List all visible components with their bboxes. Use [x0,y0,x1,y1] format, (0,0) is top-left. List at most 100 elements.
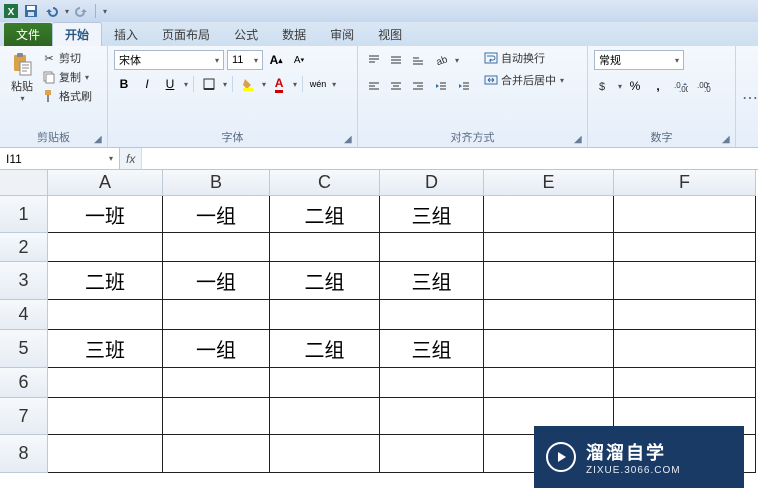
cell[interactable] [48,368,163,398]
tab-formulas[interactable]: 公式 [222,23,270,46]
cell[interactable] [484,233,614,262]
fx-icon[interactable]: fx [126,152,135,166]
border-button[interactable] [199,74,219,94]
cell[interactable]: 二组 [270,262,380,300]
cell[interactable]: 三组 [380,262,484,300]
copy-dropdown-icon[interactable]: ▾ [85,73,89,82]
cell[interactable] [270,300,380,330]
cell[interactable]: 一组 [163,196,270,233]
fill-color-button[interactable] [238,74,258,94]
column-header[interactable]: F [614,170,756,196]
orientation-dropdown-icon[interactable]: ▾ [455,56,459,65]
fill-color-dropdown-icon[interactable]: ▾ [262,80,266,89]
align-right-button[interactable] [408,76,428,96]
paste-dropdown-icon[interactable]: ▾ [20,94,24,103]
row-header[interactable]: 3 [0,262,48,300]
cell[interactable] [380,435,484,473]
number-format-select[interactable]: 常规 ▾ [594,50,684,70]
row-header[interactable]: 7 [0,398,48,435]
cell[interactable] [163,435,270,473]
cell[interactable] [270,398,380,435]
cell[interactable] [484,300,614,330]
tab-insert[interactable]: 插入 [102,23,150,46]
tab-file[interactable]: 文件 [4,23,52,46]
column-header[interactable]: B [163,170,270,196]
cell[interactable] [614,368,756,398]
row-header[interactable]: 2 [0,233,48,262]
align-center-button[interactable] [386,76,406,96]
name-box[interactable]: I11 ▾ [0,148,120,169]
cell[interactable]: 二组 [270,330,380,368]
formula-input[interactable] [142,148,758,169]
cell[interactable] [380,233,484,262]
percent-button[interactable]: % [625,76,645,96]
cell[interactable]: 二组 [270,196,380,233]
cell[interactable]: 三组 [380,330,484,368]
cell[interactable] [163,398,270,435]
cell[interactable] [270,233,380,262]
cell[interactable] [614,233,756,262]
tab-home[interactable]: 开始 [52,22,102,46]
cell[interactable] [380,368,484,398]
cell[interactable] [614,330,756,368]
column-header[interactable]: A [48,170,163,196]
cut-button[interactable]: ✂ 剪切 [42,50,92,66]
cell[interactable] [163,300,270,330]
cell[interactable]: 一组 [163,330,270,368]
cell[interactable] [484,368,614,398]
cell[interactable] [380,398,484,435]
ribbon-overflow[interactable]: ⋯ [736,46,748,147]
cell[interactable]: 一班 [48,196,163,233]
row-header[interactable]: 5 [0,330,48,368]
tab-review[interactable]: 审阅 [318,23,366,46]
cell[interactable]: 二班 [48,262,163,300]
italic-button[interactable]: I [137,74,157,94]
align-top-button[interactable] [364,50,384,70]
font-launcher-icon[interactable]: ◢ [344,134,354,144]
cell[interactable] [614,196,756,233]
cell[interactable] [484,330,614,368]
row-header[interactable]: 8 [0,435,48,473]
cell[interactable] [484,196,614,233]
tab-page-layout[interactable]: 页面布局 [150,23,222,46]
row-header[interactable]: 4 [0,300,48,330]
format-painter-button[interactable]: 格式刷 [42,88,92,104]
bold-button[interactable]: B [114,74,134,94]
underline-dropdown-icon[interactable]: ▾ [184,80,188,89]
redo-icon[interactable] [75,4,89,18]
copy-button[interactable]: 复制 ▾ [42,69,92,85]
comma-button[interactable]: , [648,76,668,96]
decrease-indent-button[interactable] [431,76,451,96]
cell[interactable] [163,368,270,398]
merge-dropdown-icon[interactable]: ▾ [560,76,564,85]
font-size-select[interactable]: 11 ▾ [227,50,263,70]
row-header[interactable]: 6 [0,368,48,398]
merge-center-button[interactable]: 合并后居中 ▾ [484,72,564,88]
align-middle-button[interactable] [386,50,406,70]
wrap-text-button[interactable]: 自动换行 [484,50,564,66]
increase-indent-button[interactable] [454,76,474,96]
cell[interactable]: 一组 [163,262,270,300]
font-color-button[interactable]: A [269,74,289,94]
cell[interactable] [484,262,614,300]
decrease-decimal-button[interactable]: .00.0 [694,76,714,96]
cell[interactable] [48,398,163,435]
column-header[interactable]: C [270,170,380,196]
row-header[interactable]: 1 [0,196,48,233]
font-color-dropdown-icon[interactable]: ▾ [293,80,297,89]
font-name-select[interactable]: 宋体 ▾ [114,50,224,70]
tab-data[interactable]: 数据 [270,23,318,46]
column-header[interactable]: D [380,170,484,196]
qat-customize-icon[interactable]: ▾ [103,7,107,16]
tab-view[interactable]: 视图 [366,23,414,46]
select-all-triangle[interactable] [0,170,48,196]
cell[interactable] [380,300,484,330]
orientation-button[interactable]: ab [431,50,451,70]
cell[interactable]: 三班 [48,330,163,368]
column-header[interactable]: E [484,170,614,196]
increase-decimal-button[interactable]: .0.00 [671,76,691,96]
align-launcher-icon[interactable]: ◢ [574,134,584,144]
border-dropdown-icon[interactable]: ▾ [223,80,227,89]
align-bottom-button[interactable] [408,50,428,70]
cell[interactable] [270,435,380,473]
